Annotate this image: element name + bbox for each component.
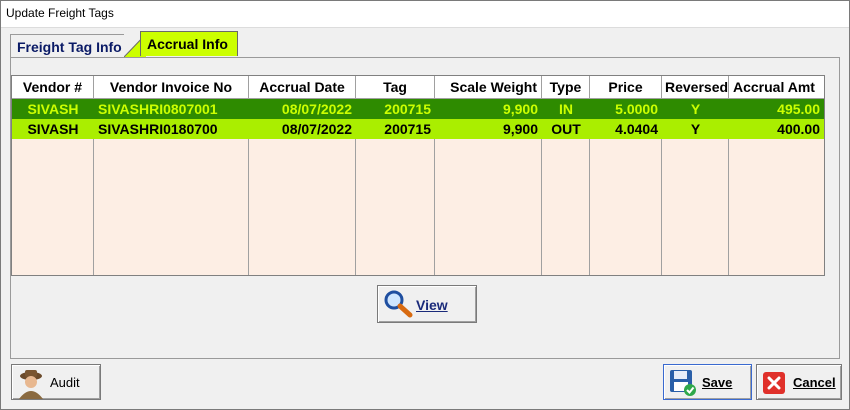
cell-vendor: SIVASH: [27, 121, 79, 137]
cell-weight: 9,900: [502, 101, 538, 117]
column-header-price[interactable]: Price: [590, 76, 662, 98]
column-header-date[interactable]: Accrual Date: [249, 76, 356, 98]
cell-vendor: SIVASH: [27, 101, 79, 117]
audit-button[interactable]: Audit: [11, 364, 101, 400]
magnifier-icon: [382, 289, 414, 322]
column-header-tag[interactable]: Tag: [356, 76, 435, 98]
cancel-button-label: Cancel: [793, 375, 836, 390]
column-header-invoice[interactable]: Vendor Invoice No: [94, 76, 249, 98]
detective-icon: [16, 367, 46, 402]
audit-button-label: Audit: [50, 375, 80, 390]
cell-invoice: SIVASHRI0807001: [98, 101, 218, 117]
cell-tag: 200715: [384, 121, 431, 137]
cell-reversed: Y: [690, 101, 701, 117]
column-divider: [93, 139, 94, 275]
tab-label: Accrual Info: [147, 36, 228, 52]
column-header-type[interactable]: Type: [542, 76, 590, 98]
window-title: Update Freight Tags: [6, 6, 114, 20]
cell-invoice: SIVASHRI0180700: [98, 121, 218, 137]
save-button-label: Save: [702, 375, 733, 390]
column-divider: [434, 139, 435, 275]
column-divider: [541, 139, 542, 275]
cell-weight: 9,900: [502, 121, 538, 137]
column-header-amount[interactable]: Accrual Amt: [729, 76, 824, 98]
cell-amount: 495.00: [777, 101, 820, 117]
column-divider: [248, 139, 249, 275]
cell-date: 08/07/2022: [281, 121, 352, 137]
column-divider: [589, 139, 590, 275]
column-divider: [661, 139, 662, 275]
column-header-vendor[interactable]: Vendor #: [12, 76, 94, 98]
cell-reversed: Y: [690, 121, 701, 137]
cancel-button[interactable]: Cancel: [756, 364, 842, 400]
table-row[interactable]: SIVASH SIVASHRI0807001 08/07/2022 200715…: [12, 99, 824, 119]
tab-accrual-info[interactable]: Accrual Info: [140, 31, 238, 56]
table-row[interactable]: SIVASH SIVASHRI0180700 08/07/2022 200715…: [12, 119, 824, 139]
close-icon: [763, 372, 785, 397]
view-button-label: View: [416, 297, 448, 313]
cell-price: 4.0404: [615, 121, 658, 137]
cell-date: 08/07/2022: [281, 101, 352, 117]
column-divider: [728, 139, 729, 275]
save-button[interactable]: Save: [663, 364, 752, 400]
tab-freight-tag-info[interactable]: Freight Tag Info: [10, 34, 140, 57]
cell-type: IN: [559, 101, 573, 117]
title-bar: Update Freight Tags: [1, 1, 849, 28]
dialog-window: Update Freight Tags Freight Tag Info Acc…: [0, 0, 850, 410]
cell-amount: 400.00: [777, 121, 820, 137]
grid-header: Vendor # Vendor Invoice No Accrual Date …: [12, 76, 824, 99]
column-header-weight[interactable]: Scale Weight: [435, 76, 542, 98]
accrual-grid[interactable]: Vendor # Vendor Invoice No Accrual Date …: [11, 75, 825, 276]
column-header-reversed[interactable]: Reversed: [662, 76, 729, 98]
floppy-check-icon: [669, 369, 697, 400]
tab-label: Freight Tag Info: [17, 39, 122, 55]
cell-tag: 200715: [384, 101, 431, 117]
cell-type: OUT: [551, 121, 581, 137]
view-button[interactable]: View: [377, 285, 477, 323]
cell-price: 5.0000: [615, 101, 658, 117]
column-divider: [355, 139, 356, 275]
